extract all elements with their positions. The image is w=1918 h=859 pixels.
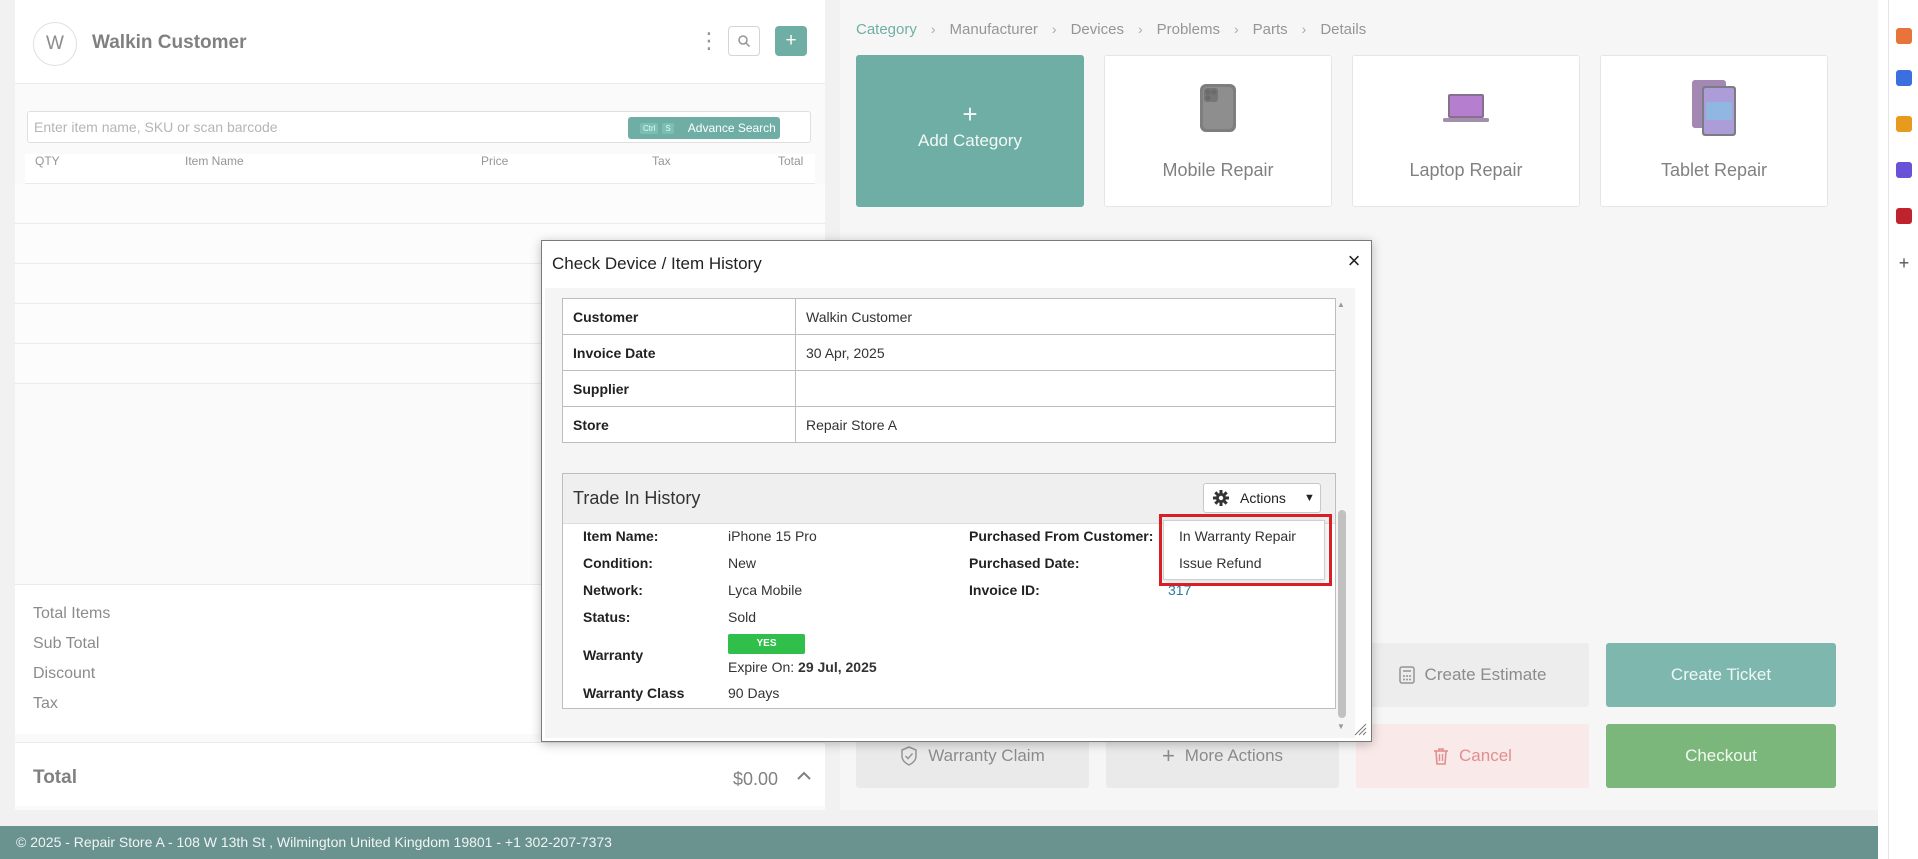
modal-body: Customer Walkin Customer Invoice Date 30…	[545, 288, 1355, 738]
invoice-date-value: 30 Apr, 2025	[795, 334, 1336, 371]
store-value: Repair Store A	[795, 406, 1336, 443]
warranty-label: Warranty	[583, 647, 644, 663]
expire-label: Expire On:	[728, 659, 795, 675]
resize-grip-icon[interactable]	[1353, 722, 1367, 736]
network-value: Lyca Mobile	[728, 582, 803, 598]
actions-label: Actions	[1240, 490, 1286, 506]
invoice-date-key: Invoice Date	[562, 334, 796, 371]
status-value: Sold	[728, 609, 757, 625]
warranty-class-label: Warranty Class	[583, 685, 685, 701]
add-extension-icon[interactable]: +	[1896, 254, 1912, 272]
highlight-box	[1159, 514, 1332, 586]
modal-scrollbar-thumb[interactable]	[1338, 510, 1346, 718]
gem-icon[interactable]	[1896, 162, 1912, 178]
table-row: Customer Walkin Customer	[562, 298, 1336, 335]
scroll-up-icon[interactable]: ▲	[1337, 300, 1345, 309]
purchased-date-label: Purchased Date:	[969, 555, 1080, 571]
table-row: Supplier	[562, 370, 1336, 407]
extension-sidebar: +	[1888, 0, 1918, 859]
wallet-icon[interactable]	[1896, 208, 1912, 224]
condition-value: New	[728, 555, 757, 571]
modal-scrollbar[interactable]: ▲ ▼	[1336, 298, 1348, 738]
gear-icon	[1213, 490, 1229, 506]
caret-down-icon: ▼	[1304, 492, 1315, 504]
network-label: Network:	[583, 582, 643, 598]
invoice-id-label: Invoice ID:	[969, 582, 1040, 598]
supplier-key: Supplier	[562, 370, 796, 407]
chat-icon[interactable]	[1896, 70, 1912, 86]
table-row: Invoice Date 30 Apr, 2025	[562, 334, 1336, 371]
customer-key: Customer	[562, 298, 796, 335]
expire-date: 29 Jul, 2025	[798, 659, 877, 675]
customer-value: Walkin Customer	[795, 298, 1336, 335]
warranty-class-value: 90 Days	[728, 685, 780, 701]
briefcase-icon[interactable]	[1896, 28, 1912, 44]
table-row: Store Repair Store A	[562, 406, 1336, 443]
scroll-down-icon[interactable]: ▼	[1337, 722, 1345, 731]
expire-info: Expire On: 29 Jul, 2025	[728, 659, 877, 675]
store-key: Store	[562, 406, 796, 443]
device-history-modal: Check Device / Item History × Customer W…	[541, 240, 1372, 742]
status-label: Status:	[583, 609, 631, 625]
condition-label: Condition:	[583, 555, 653, 571]
modal-title: Check Device / Item History	[552, 254, 762, 273]
warranty-badge: YES	[728, 634, 805, 654]
trade-in-title: Trade In History	[573, 488, 701, 508]
actions-dropdown-button[interactable]: Actions ▼	[1203, 483, 1321, 513]
item-name-value: iPhone 15 Pro	[728, 528, 817, 544]
purchased-from-label: Purchased From Customer:	[969, 528, 1154, 544]
supplier-value	[795, 370, 1336, 407]
office-icon[interactable]	[1896, 116, 1912, 132]
invoice-info-table: Customer Walkin Customer Invoice Date 30…	[562, 298, 1336, 443]
close-icon[interactable]: ×	[1343, 250, 1365, 273]
trade-in-history-card: Trade In History Actions ▼ Item Name: iP…	[562, 473, 1336, 709]
item-name-label: Item Name:	[583, 528, 659, 544]
page-scrollbar[interactable]	[1878, 0, 1888, 859]
